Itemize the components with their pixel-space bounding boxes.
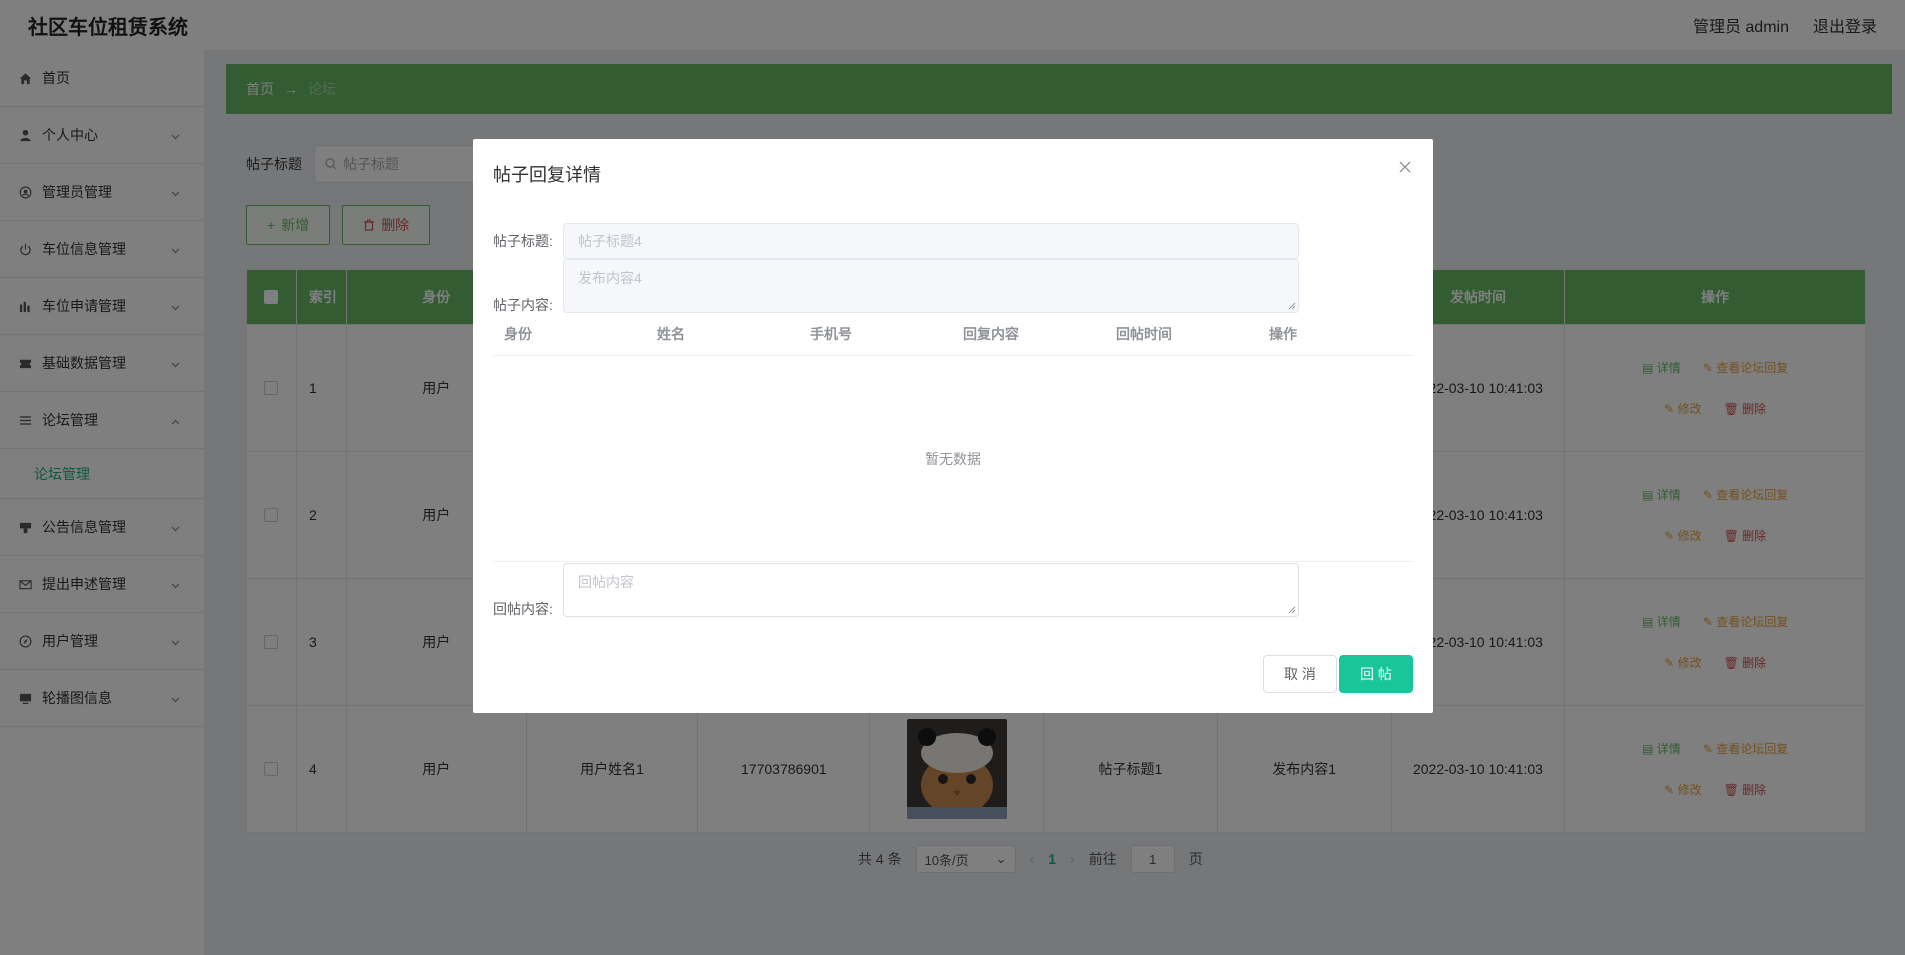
reply-column-header: 身份 <box>504 325 532 342</box>
reply-content-placeholder: 回帖内容 <box>578 574 634 590</box>
reply-detail-dialog: 帖子回复详情 帖子标题: 帖子标题4 帖子内容: 发布内容4 身份 姓名 手机号 回复… <box>473 139 1433 713</box>
post-content-field: 发布内容4 <box>563 259 1299 313</box>
close-icon[interactable] <box>1395 157 1415 177</box>
form-row-content: 帖子内容: 发布内容4 <box>493 259 1299 315</box>
reply-table: 身份 姓名 手机号 回复内容 回帖时间 操作 暂无数据 <box>493 312 1413 562</box>
reply-column-header: 姓名 <box>657 325 685 342</box>
dialog-title: 帖子回复详情 <box>493 165 601 185</box>
form-row-title: 帖子标题: 帖子标题4 <box>493 223 1299 259</box>
post-content-value: 发布内容4 <box>578 270 642 286</box>
cancel-button[interactable]: 取 消 <box>1263 655 1337 693</box>
reply-column-header: 手机号 <box>810 325 852 342</box>
reply-column-header: 回复内容 <box>963 325 1019 342</box>
post-title-field: 帖子标题4 <box>563 223 1299 259</box>
reply-content-label: 回帖内容: <box>493 601 553 617</box>
reply-column-header: 回帖时间 <box>1116 325 1172 342</box>
reply-column-header: 操作 <box>1269 325 1297 342</box>
form-row-reply: 回帖内容: 回帖内容 <box>493 563 1299 619</box>
post-title-label: 帖子标题: <box>493 233 553 249</box>
reply-content-input[interactable]: 回帖内容 <box>563 563 1299 617</box>
resize-grip-icon <box>1288 302 1296 310</box>
reply-table-empty: 暂无数据 <box>493 356 1413 562</box>
submit-reply-button[interactable]: 回 帖 <box>1339 655 1413 693</box>
dialog-footer: 取 消 回 帖 <box>1263 655 1413 693</box>
reply-table-header: 身份 姓名 手机号 回复内容 回帖时间 操作 <box>493 312 1413 356</box>
resize-grip-icon[interactable] <box>1288 606 1296 614</box>
